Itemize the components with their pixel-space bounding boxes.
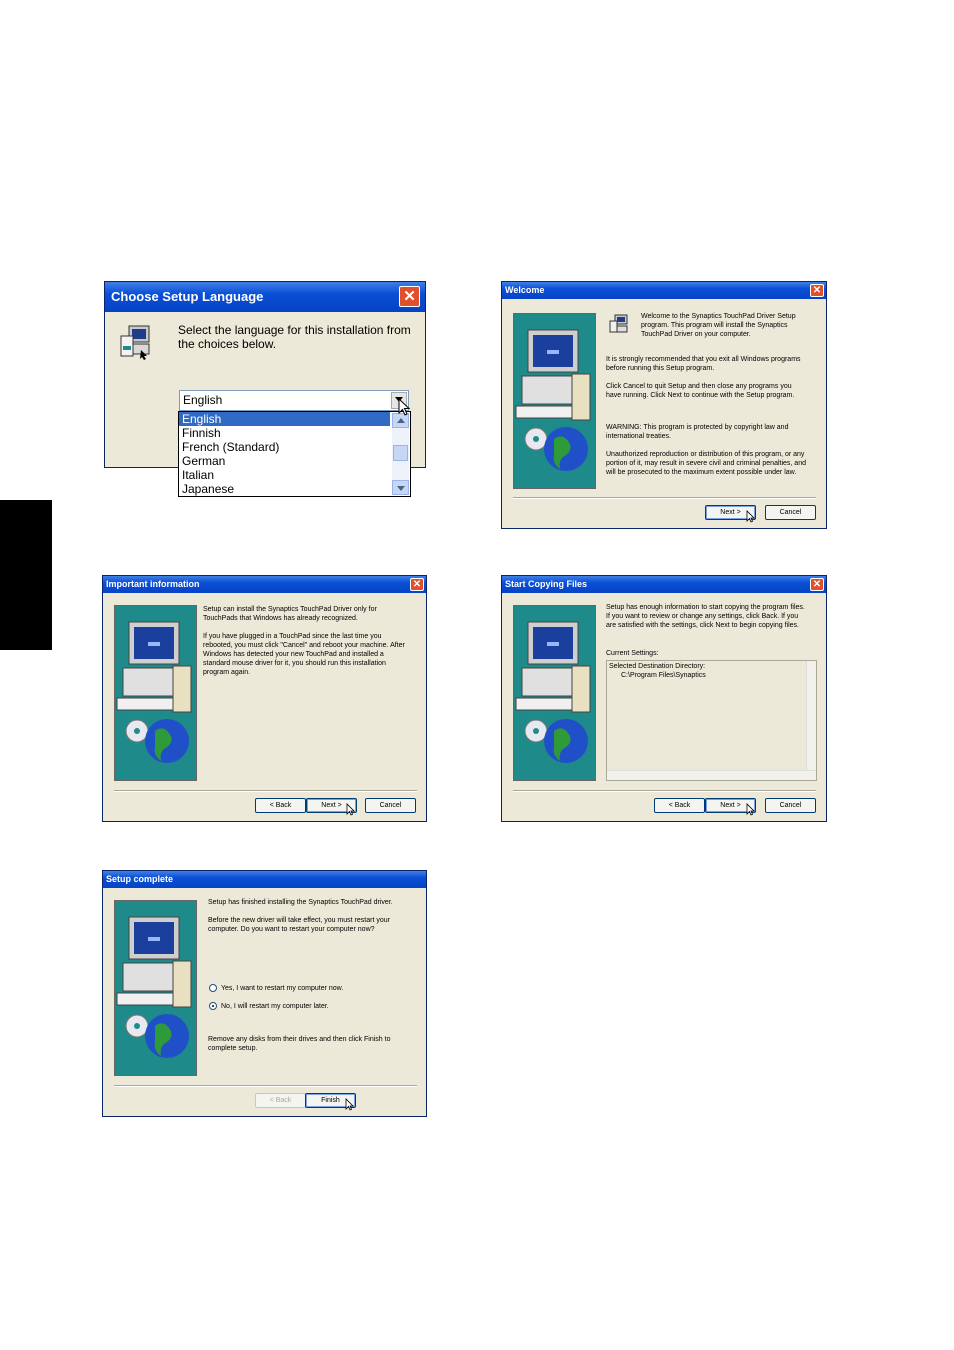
back-button[interactable]: < Back bbox=[255, 1093, 306, 1108]
restart-later-radio[interactable] bbox=[209, 1002, 217, 1010]
divider bbox=[513, 790, 816, 792]
close-button[interactable]: ✕ bbox=[810, 578, 824, 591]
complete-p2: Before the new driver will take effect, … bbox=[208, 917, 390, 933]
dialog-title: Start Copying Files bbox=[505, 579, 588, 589]
language-combo[interactable]: English bbox=[179, 390, 409, 411]
settings-destination-path: C:\Program Files\Synaptics bbox=[621, 672, 706, 679]
important-p2: If you have plugged in a TouchPad since … bbox=[203, 633, 405, 676]
dialog-titlebar: Setup complete bbox=[103, 871, 426, 888]
dialog-titlebar: Important information bbox=[103, 576, 426, 593]
divider bbox=[513, 497, 816, 499]
start-copying-dialog: Start Copying Files ✕ Setup has enough i… bbox=[501, 575, 827, 822]
language-option[interactable]: Italian bbox=[182, 468, 214, 482]
cancel-button[interactable]: Cancel bbox=[365, 798, 416, 813]
back-button[interactable]: < Back bbox=[255, 798, 306, 813]
dialog-titlebar: Choose Setup Language bbox=[105, 282, 425, 312]
dialog-title: Choose Setup Language bbox=[111, 289, 264, 304]
close-button[interactable]: ✕ bbox=[410, 578, 424, 591]
dialog-titlebar: Welcome bbox=[502, 282, 826, 299]
dialog-title: Welcome bbox=[505, 285, 545, 295]
setup-illustration bbox=[114, 605, 197, 781]
welcome-warning: WARNING: This program is protected by co… bbox=[606, 424, 789, 440]
language-option[interactable]: Finnish bbox=[182, 426, 221, 440]
radio-selected-dot bbox=[212, 1005, 214, 1007]
current-settings-box[interactable]: Selected Destination Directory: C:\Progr… bbox=[606, 660, 817, 781]
scroll-thumb[interactable] bbox=[393, 445, 408, 461]
setup-illustration bbox=[513, 313, 596, 489]
chevron-down-icon bbox=[397, 486, 405, 491]
cancel-button[interactable]: Cancel bbox=[765, 505, 816, 520]
side-tab bbox=[0, 500, 52, 650]
cancel-button[interactable]: Cancel bbox=[765, 798, 816, 813]
scroll-down-button[interactable] bbox=[392, 480, 409, 495]
language-option[interactable]: French (Standard) bbox=[182, 440, 279, 454]
language-option[interactable]: English bbox=[179, 412, 390, 426]
setup-icon bbox=[609, 314, 629, 334]
language-option[interactable]: German bbox=[182, 454, 225, 468]
setup-icon bbox=[119, 324, 153, 360]
settings-destination-label: Selected Destination Directory: bbox=[609, 663, 706, 670]
setup-complete-dialog: Setup complete Setup has finished instal… bbox=[102, 870, 427, 1117]
restart-now-label[interactable]: Yes, I want to restart my computer now. bbox=[221, 984, 343, 993]
welcome-recommend: It is strongly recommended that you exit… bbox=[606, 356, 801, 372]
copying-intro: Setup has enough information to start co… bbox=[606, 604, 805, 629]
dialog-title: Setup complete bbox=[106, 874, 174, 884]
complete-p3: Remove any disks from their drives and t… bbox=[208, 1036, 391, 1052]
dropdown-scrollbar[interactable] bbox=[392, 413, 409, 495]
dialog-title: Important information bbox=[106, 579, 200, 589]
language-dropdown-list[interactable]: English Finnish French (Standard) German… bbox=[178, 411, 411, 497]
vertical-scrollbar[interactable] bbox=[806, 661, 816, 771]
welcome-intro: Welcome to the Synaptics TouchPad Driver… bbox=[641, 313, 796, 338]
dialog-titlebar: Start Copying Files bbox=[502, 576, 826, 593]
welcome-cancel-info: Click Cancel to quit Setup and then clos… bbox=[606, 383, 795, 399]
welcome-dialog: Welcome ✕ Welcome to the Synaptics Touch… bbox=[501, 281, 827, 529]
close-button[interactable]: ✕ bbox=[399, 286, 420, 307]
setup-illustration bbox=[513, 605, 596, 781]
current-settings-label: Current Settings: bbox=[606, 650, 659, 657]
divider bbox=[114, 790, 417, 792]
language-prompt: Select the language for this installatio… bbox=[178, 323, 411, 351]
language-option[interactable]: Japanese bbox=[182, 482, 234, 496]
restart-now-radio[interactable] bbox=[209, 984, 217, 992]
important-info-dialog: Important information ✕ Setup can instal… bbox=[102, 575, 427, 822]
setup-illustration bbox=[114, 900, 197, 1076]
horizontal-scrollbar[interactable] bbox=[607, 770, 816, 780]
language-combo-value: English bbox=[183, 393, 223, 407]
restart-later-label[interactable]: No, I will restart my computer later. bbox=[221, 1002, 329, 1011]
welcome-unauthorized: Unauthorized reproduction or distributio… bbox=[606, 451, 806, 476]
chevron-up-icon bbox=[397, 418, 405, 423]
complete-p1: Setup has finished installing the Synapt… bbox=[208, 899, 393, 906]
divider bbox=[114, 1085, 417, 1087]
back-button[interactable]: < Back bbox=[654, 798, 705, 813]
close-button[interactable]: ✕ bbox=[810, 284, 824, 297]
important-p1: Setup can install the Synaptics TouchPad… bbox=[203, 606, 377, 622]
